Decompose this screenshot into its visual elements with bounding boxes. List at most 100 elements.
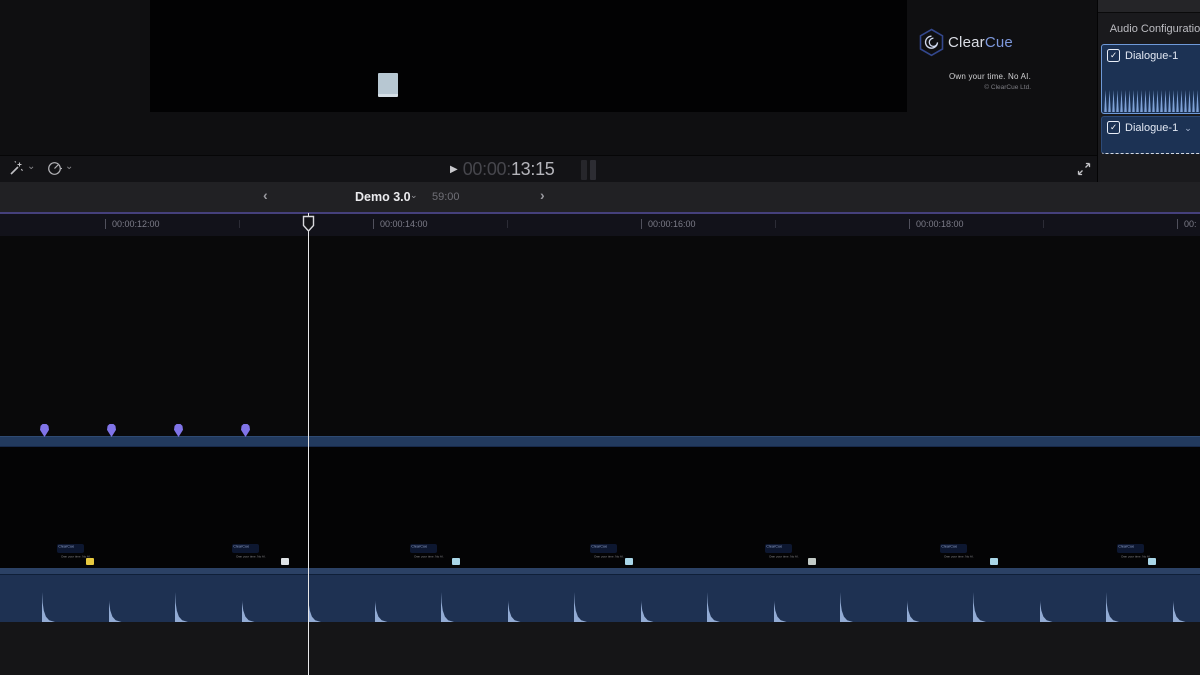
chevron-down-icon[interactable]: ⌄: [1184, 124, 1192, 132]
tick-mark-icon: [1177, 219, 1178, 229]
waveform-spike: [907, 592, 920, 622]
clip-thumbnail-tagline-text: Own your time. No AI.: [414, 555, 437, 558]
tick-mark-icon: [909, 219, 910, 229]
project-name[interactable]: Demo 3.0: [355, 190, 411, 204]
audio-clip-dialogue-1-collapsed[interactable]: ✓ Dialogue-1 ⌄: [1101, 116, 1200, 154]
clip-thumbnail-tagline: Own your time. No AI.: [414, 555, 474, 564]
waveform-spike: [641, 592, 654, 622]
audio-meter-left: [581, 160, 587, 180]
tick-label: 00:00:12:00: [112, 219, 160, 229]
waveform-spike: [840, 592, 853, 622]
chevron-down-icon[interactable]: ⌄: [65, 162, 73, 172]
panel-title: Audio Configuration: [1097, 23, 1200, 35]
checkbox-checked-icon[interactable]: ✓: [1107, 49, 1120, 62]
waveform-spike: [42, 592, 55, 622]
timeline-ruler[interactable]: 00:00:12:0000:00:14:0000:00:16:0000:00:1…: [0, 212, 1200, 238]
waveform-bar: [1128, 90, 1131, 112]
clip-thumbnail-tagline-text: Own your time. No AI.: [594, 555, 617, 558]
viewer-section: ClearCue Own your time. No AI. © ClearCu…: [0, 0, 1200, 155]
audio-clip-label: Dialogue-1: [1125, 122, 1178, 134]
waveform-bar: [1112, 90, 1115, 112]
clip-thumbnail-logo: ClearCue: [940, 544, 967, 553]
audio-meter-right: [590, 160, 596, 180]
waveform-bar: [1164, 90, 1167, 112]
clip-thumbnail-tagline-text: Own your time. No AI.: [61, 555, 84, 558]
tick-mark-icon: [105, 219, 106, 229]
viewer-copyright: © ClearCue Ltd.: [850, 84, 1031, 91]
waveform-spike: [242, 592, 255, 622]
checkbox-checked-icon[interactable]: ✓: [1107, 121, 1120, 134]
clip-thumbnail-logo: ClearCue: [765, 544, 792, 553]
viewer-canvas: ClearCue Own your time. No AI. © ClearCu…: [150, 0, 907, 112]
waveform-spike: [973, 592, 986, 622]
audio-clip-label: Dialogue-1: [1125, 50, 1178, 62]
clip-thumbnail-square: [281, 558, 289, 565]
tick-label: 00:: [1184, 219, 1197, 229]
playhead-line[interactable]: [308, 213, 309, 675]
waveform-spike: [375, 592, 388, 622]
waveform-spike: [774, 592, 787, 622]
playhead-handle[interactable]: [302, 215, 315, 233]
clip-thumbnail-square: [990, 558, 998, 565]
clip-thumbnail-logo: ClearCue: [232, 544, 259, 553]
connected-clip-bar[interactable]: [0, 436, 1200, 447]
waveform-bar: [1176, 90, 1179, 112]
waveform-bar: [1172, 90, 1175, 112]
clip-thumbnail-tagline-text: Own your time. No AI.: [236, 555, 259, 558]
waveform-bar: [1192, 90, 1195, 112]
clip-thumbnail-brand: ClearCue: [590, 544, 601, 548]
clip-thumbnail-brand: ClearCue: [232, 544, 243, 548]
waveform-bar: [1148, 90, 1151, 112]
clip-thumbnail-square: [808, 558, 816, 565]
audio-clip-header: ✓ Dialogue-1 ⌄: [1102, 117, 1200, 134]
clip-thumbnail-logo: ClearCue: [57, 544, 84, 553]
waveform-bar: [1120, 90, 1123, 112]
expand-icon[interactable]: [1076, 161, 1092, 177]
timecode-display[interactable]: ▶ 00:00:13:15: [450, 156, 555, 183]
previous-timeline-button[interactable]: ‹: [263, 187, 268, 203]
timeline-navbar: ‹ Demo 3.0 ⌄ 59:00 ›: [0, 182, 1200, 212]
next-timeline-button[interactable]: ›: [540, 187, 545, 203]
clip-thumbnail-brand: ClearCue: [940, 544, 951, 548]
clip-thumbnail-brand: ClearCue: [765, 544, 776, 548]
waveform-bar: [1180, 90, 1183, 112]
ruler-mid-tick: [775, 220, 776, 228]
video-clip-track[interactable]: ClearCue Own your time. No AI. ClearCue Own…: [0, 447, 1200, 568]
magic-wand-icon[interactable]: [8, 160, 25, 177]
retime-tool-icon[interactable]: [46, 160, 63, 177]
waveform-spike: [1040, 592, 1053, 622]
brand-name: ClearCue: [948, 34, 1013, 51]
panel-header-strip: [1098, 0, 1200, 13]
timeline-empty-area[interactable]: [0, 236, 1200, 436]
timecode-value: 13:15: [511, 159, 555, 179]
clip-thumbnail-tagline: Own your time. No AI.: [769, 555, 829, 564]
waveform-bar: [1168, 90, 1171, 112]
clearcue-logo-icon: [918, 28, 945, 57]
waveform-spike: [308, 592, 321, 622]
clip-thumbnail-logo: ClearCue: [410, 544, 437, 553]
waveform-bar: [1104, 90, 1107, 112]
chevron-down-icon[interactable]: ⌄: [27, 162, 35, 172]
waveform-spike: [175, 592, 188, 622]
chevron-down-icon[interactable]: ⌄: [410, 190, 418, 201]
audio-clip-header: ✓ Dialogue-1: [1102, 45, 1200, 62]
clip-thumbnail-square: [1148, 558, 1156, 565]
waveform-bar: [1196, 90, 1199, 112]
waveform-spike: [1106, 592, 1119, 622]
ruler-mid-tick: [507, 220, 508, 228]
timeline-below-area: [0, 622, 1200, 675]
waveform-spike: [707, 592, 720, 622]
audio-clip-track[interactable]: [0, 568, 1200, 622]
audio-clip-waveform: [1104, 89, 1200, 112]
tick-mark-icon: [373, 219, 374, 229]
audio-clip-dialogue-1[interactable]: ✓ Dialogue-1: [1101, 44, 1200, 114]
clip-thumbnail-brand: ClearCue: [410, 544, 421, 548]
video-editor-window: ClearCue Own your time. No AI. © ClearCu…: [0, 0, 1200, 675]
waveform-spike: [109, 592, 122, 622]
ruler-mid-tick: [239, 220, 240, 228]
waveform-bar: [1136, 90, 1139, 112]
waveform-bar: [1140, 90, 1143, 112]
play-icon[interactable]: ▶: [450, 164, 458, 175]
clip-thumbnail-brand: ClearCue: [1117, 544, 1128, 548]
clip-thumbnail-tagline-text: Own your time. No AI.: [769, 555, 792, 558]
